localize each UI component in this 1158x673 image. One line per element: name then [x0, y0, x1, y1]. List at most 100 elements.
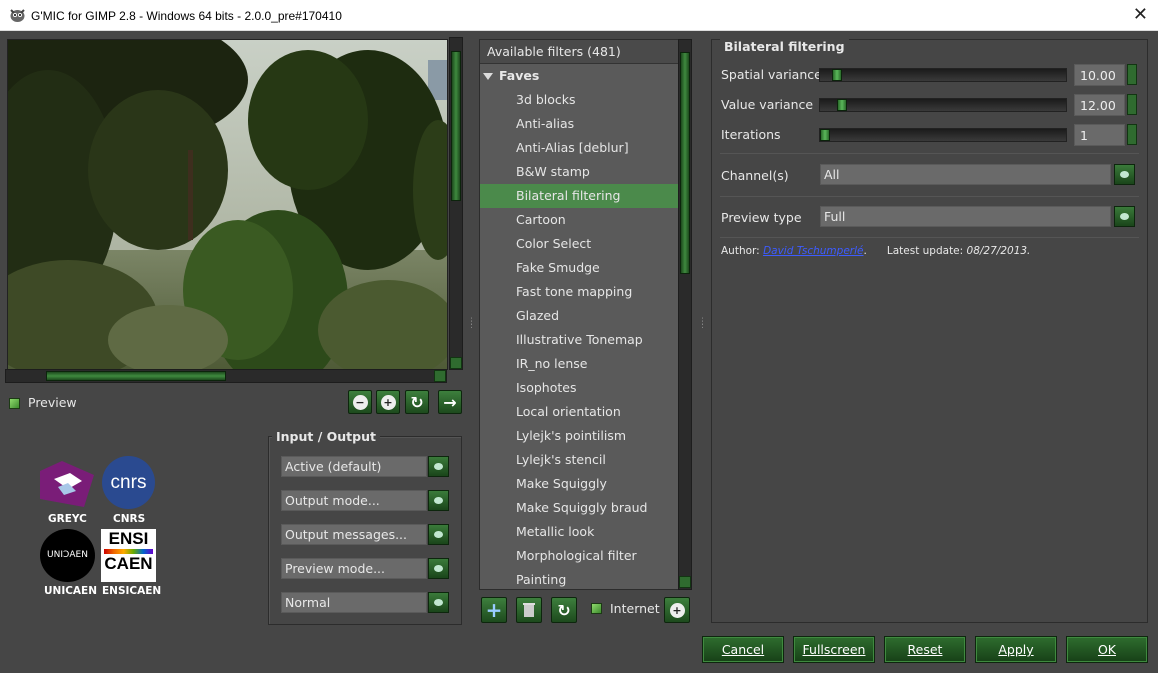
filter-item[interactable]: Isophotes [480, 376, 678, 400]
unicaen-logo-text: UNIↃAEN [47, 550, 88, 560]
preview-type-dropdown-icon[interactable] [1114, 206, 1135, 227]
filter-item[interactable]: Make Squiggly braud [480, 496, 678, 520]
filter-item[interactable]: Color Select [480, 232, 678, 256]
apply-preview-button[interactable]: → [438, 390, 462, 414]
apply-button[interactable]: Apply [975, 636, 1057, 663]
separator [720, 196, 1139, 197]
filter-items: 3d blocks Anti-alias Anti-Alias [deblur] B&… [480, 88, 678, 589]
zoom-in-icon: + [380, 394, 396, 410]
greyc-logo [40, 461, 94, 507]
ensicaen-logo-line-2: CAEN [104, 554, 153, 573]
spatial-variance-spinbox[interactable]: 10.00 [1074, 64, 1125, 86]
author-label: Author: [721, 245, 760, 257]
scroll-down-arrow[interactable] [450, 357, 462, 369]
zoom-in-button[interactable]: + [376, 390, 400, 414]
preview-checkbox[interactable] [9, 398, 20, 409]
value-variance-stepper[interactable] [1127, 94, 1137, 115]
scroll-right-arrow[interactable] [434, 370, 446, 382]
cancel-button[interactable]: Cancel [702, 636, 784, 663]
author-link[interactable]: David Tschumperlé [763, 245, 863, 257]
add-source-button[interactable]: + [664, 597, 690, 623]
filter-item[interactable]: Fake Smudge [480, 256, 678, 280]
value-variance-slider[interactable] [819, 98, 1067, 112]
preview-hscroll-thumb[interactable] [46, 371, 226, 381]
greyc-label: GREYC [48, 513, 87, 525]
blend-mode-combo[interactable]: Normal [281, 592, 427, 613]
blend-mode-dropdown-icon[interactable] [428, 592, 449, 613]
value-variance-label: Value variance [721, 97, 814, 112]
zoom-out-button[interactable]: − [348, 390, 372, 414]
filter-item[interactable]: IR_no lense [480, 352, 678, 376]
filters-vscroll[interactable] [678, 39, 692, 590]
update-date: 08/27/2013. [966, 245, 1031, 257]
filter-item[interactable]: Illustrative Tonemap [480, 328, 678, 352]
filter-item[interactable]: 3d blocks [480, 88, 678, 112]
filter-item[interactable]: Make Squiggly [480, 472, 678, 496]
zoom-out-icon: − [352, 394, 368, 410]
preview-mode-dropdown-icon[interactable] [428, 558, 449, 579]
spatial-variance-stepper[interactable] [1127, 64, 1137, 85]
iterations-spinbox[interactable]: 1 [1074, 124, 1125, 146]
preview-label[interactable]: Preview [28, 395, 77, 410]
refresh-icon: ↻ [410, 392, 424, 412]
preview-image[interactable] [7, 39, 448, 370]
preview-vscroll[interactable] [449, 37, 463, 370]
splitter-grip-left[interactable]: ⋮ ⋮ [467, 318, 476, 331]
internet-label[interactable]: Internet [610, 601, 660, 616]
output-messages-combo[interactable]: Output messages... [281, 524, 427, 545]
iterations-stepper[interactable] [1127, 124, 1137, 145]
filter-item[interactable]: Anti-Alias [deblur] [480, 136, 678, 160]
preview-type-combo[interactable]: Full [820, 206, 1111, 227]
output-mode-dropdown-icon[interactable] [428, 490, 449, 511]
filter-item[interactable]: Metallic look [480, 520, 678, 544]
cnrs-logo: cnrs [102, 456, 155, 509]
spatial-variance-slider[interactable] [819, 68, 1067, 82]
refresh-button[interactable]: ↻ [405, 390, 429, 414]
filters-vscroll-thumb[interactable] [680, 52, 690, 274]
filter-item[interactable]: Lylejk's pointilism [480, 424, 678, 448]
input-output-title: Input / Output [272, 429, 380, 444]
channels-dropdown-icon[interactable] [1114, 164, 1135, 185]
channels-combo[interactable]: All [820, 164, 1111, 185]
spatial-variance-knob[interactable] [832, 69, 842, 81]
filter-item[interactable]: Lylejk's stencil [480, 448, 678, 472]
iterations-knob[interactable] [820, 129, 830, 141]
channels-label: Channel(s) [721, 168, 789, 183]
output-messages-dropdown-icon[interactable] [428, 524, 449, 545]
plus-circle-icon: + [669, 602, 685, 618]
filter-item[interactable]: B&W stamp [480, 160, 678, 184]
input-mode-combo[interactable]: Active (default) [281, 456, 427, 477]
remove-fave-button[interactable] [516, 597, 542, 623]
filter-item[interactable]: Glazed [480, 304, 678, 328]
close-icon[interactable]: ✕ [1133, 4, 1148, 25]
category-faves[interactable]: Faves [480, 64, 678, 88]
preview-mode-combo[interactable]: Preview mode... [281, 558, 427, 579]
value-variance-knob[interactable] [837, 99, 847, 111]
filters-scroll-down-arrow[interactable] [679, 576, 691, 588]
add-fave-button[interactable]: + [481, 597, 507, 623]
reset-button[interactable]: Reset [884, 636, 966, 663]
fullscreen-button[interactable]: Fullscreen [793, 636, 875, 663]
update-filters-button[interactable]: ↻ [551, 597, 577, 623]
preview-vscroll-thumb[interactable] [451, 51, 461, 201]
filter-item[interactable]: Bilateral filtering [480, 184, 678, 208]
filter-item[interactable]: Anti-alias [480, 112, 678, 136]
ok-button[interactable]: OK [1066, 636, 1148, 663]
internet-checkbox[interactable] [591, 603, 602, 614]
spatial-variance-label: Spatial variance [721, 67, 822, 82]
output-mode-combo[interactable]: Output mode... [281, 490, 427, 511]
value-variance-spinbox[interactable]: 12.00 [1074, 94, 1125, 116]
gmic-app-icon [10, 9, 25, 22]
iterations-slider[interactable] [819, 128, 1067, 142]
splitter-grip-right[interactable]: ⋮ ⋮ [698, 318, 707, 331]
preview-hscroll[interactable] [5, 369, 447, 383]
filter-item[interactable]: Fast tone mapping [480, 280, 678, 304]
filters-header[interactable]: Available filters (481) [480, 40, 678, 64]
filters-tree[interactable]: Available filters (481) Faves 3d blocks A… [479, 39, 679, 590]
filter-item[interactable]: Local orientation [480, 400, 678, 424]
arrow-right-icon: → [443, 392, 457, 412]
filter-item[interactable]: Cartoon [480, 208, 678, 232]
filter-item[interactable]: Painting [480, 568, 678, 589]
filter-item[interactable]: Morphological filter [480, 544, 678, 568]
input-mode-dropdown-icon[interactable] [428, 456, 449, 477]
